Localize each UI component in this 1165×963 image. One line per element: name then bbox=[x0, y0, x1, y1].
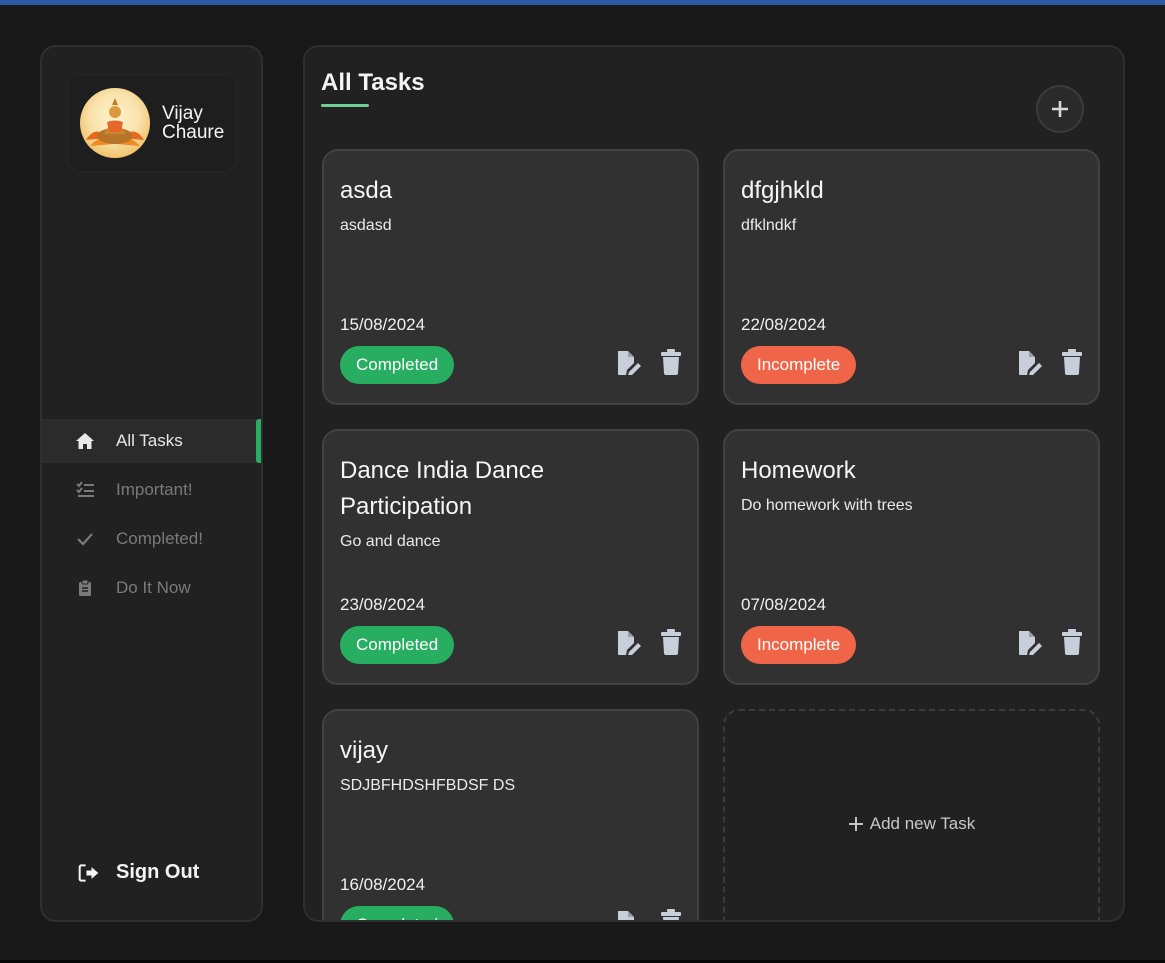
sidebar-item-label: Important! bbox=[116, 480, 193, 499]
add-new-task-label: Add new Task bbox=[869, 814, 976, 833]
task-date: 15/08/2024 bbox=[340, 315, 426, 334]
task-description: dfklndkf bbox=[741, 217, 797, 234]
task-card: dfgjhkld dfklndkf 22/08/2024 Incomplete bbox=[723, 149, 1100, 405]
trash-icon[interactable] bbox=[1061, 349, 1083, 375]
task-description: SDJBFHDSHFBDSF DS bbox=[340, 777, 516, 794]
sign-out-button[interactable]: Sign Out bbox=[78, 861, 199, 884]
plus-icon bbox=[1052, 101, 1068, 117]
trash-icon[interactable] bbox=[660, 629, 682, 655]
status-badge[interactable]: Incomplete bbox=[741, 346, 857, 384]
task-date: 23/08/2024 bbox=[340, 595, 426, 614]
task-description: asdasd bbox=[340, 217, 392, 234]
sidebar-item-do-it-now[interactable]: Do It Now bbox=[42, 566, 261, 610]
user-name: Vijay Chaure bbox=[162, 103, 225, 143]
sidebar-item-completed[interactable]: Completed! bbox=[42, 517, 261, 561]
sign-out-label: Sign Out bbox=[116, 861, 200, 883]
task-card: vijay SDJBFHDSHFBDSF DS 16/08/2024 Compl… bbox=[322, 709, 699, 922]
task-title: dfgjhkld bbox=[741, 177, 824, 204]
sidebar-item-label: Do It Now bbox=[116, 578, 191, 597]
avatar bbox=[80, 88, 150, 158]
check-icon bbox=[74, 528, 96, 550]
list-check-icon bbox=[74, 479, 96, 501]
task-title: vijay bbox=[340, 737, 389, 764]
edit-icon[interactable] bbox=[616, 350, 644, 376]
task-description: Do homework with trees bbox=[741, 497, 913, 514]
status-badge[interactable]: Completed bbox=[340, 346, 455, 384]
sign-out-icon bbox=[78, 862, 100, 884]
plus-icon bbox=[848, 817, 863, 831]
user-profile[interactable]: Vijay Chaure bbox=[68, 74, 236, 172]
sidebar-item-important[interactable]: Important! bbox=[42, 468, 261, 512]
edit-icon[interactable] bbox=[1017, 350, 1045, 376]
task-title: Homework bbox=[741, 457, 856, 484]
task-date: 16/08/2024 bbox=[340, 875, 426, 894]
window-top-bar bbox=[0, 0, 1165, 5]
add-task-button[interactable] bbox=[1036, 85, 1084, 133]
sidebar-nav: All Tasks Important! Completed! Do It No… bbox=[42, 419, 261, 615]
task-card: Homework Do homework with trees 07/08/20… bbox=[723, 429, 1100, 685]
trash-icon[interactable] bbox=[1061, 629, 1083, 655]
sidebar-item-all-tasks[interactable]: All Tasks bbox=[42, 419, 261, 463]
home-icon bbox=[74, 430, 96, 452]
task-description: Go and dance bbox=[340, 533, 441, 550]
title-underline bbox=[321, 104, 369, 107]
task-card: asda asdasd 15/08/2024 Completed bbox=[322, 149, 699, 405]
sidebar-item-label: Completed! bbox=[116, 529, 203, 548]
edit-icon[interactable] bbox=[616, 910, 644, 922]
main-panel: All Tasks asda asdasd 15/08/2024 Complet… bbox=[303, 45, 1125, 922]
sidebar: Vijay Chaure All Tasks Important! Comple… bbox=[40, 45, 263, 922]
trash-icon[interactable] bbox=[660, 909, 682, 922]
status-badge[interactable]: Incomplete bbox=[741, 626, 857, 664]
edit-icon[interactable] bbox=[616, 630, 644, 656]
status-badge[interactable]: Completed bbox=[340, 626, 455, 664]
task-card: Dance India Dance Participation Go and d… bbox=[322, 429, 699, 685]
page-title: All Tasks bbox=[321, 69, 425, 96]
clipboard-icon bbox=[74, 577, 96, 599]
edit-icon[interactable] bbox=[1017, 630, 1045, 656]
add-new-task-card[interactable]: Add new Task bbox=[723, 709, 1100, 920]
task-title: asda bbox=[340, 177, 393, 204]
task-date: 07/08/2024 bbox=[741, 595, 827, 614]
status-badge[interactable]: Completed bbox=[340, 906, 455, 920]
sidebar-item-label: All Tasks bbox=[116, 431, 183, 450]
task-title: Dance India Dance Participation bbox=[340, 457, 545, 520]
task-date: 22/08/2024 bbox=[741, 315, 827, 334]
trash-icon[interactable] bbox=[660, 349, 682, 375]
